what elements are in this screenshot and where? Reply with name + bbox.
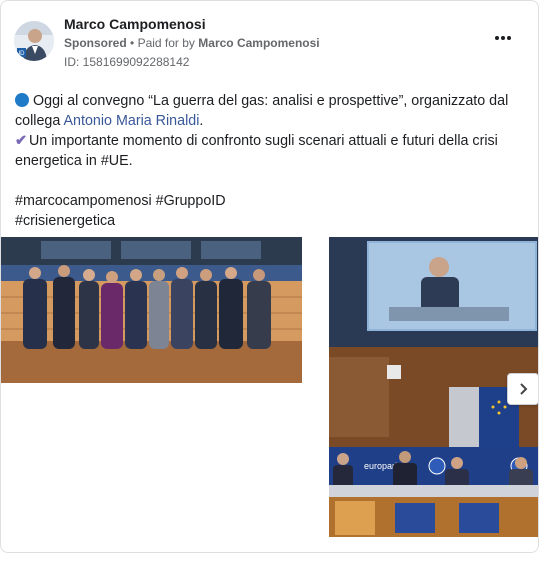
text-line-3: ✔ Un importante momento di confronto sugl… — [15, 133, 498, 149]
image-carousel: europarl.eu — [1, 237, 538, 539]
text-line-2: collega Antonio Maria Rinaldi. — [15, 113, 204, 129]
hashtags-line-1[interactable]: #marcocampomenosi #GruppoID — [15, 191, 520, 211]
text-line-1: Oggi al convegno “La guerra del gas: ana… — [15, 91, 520, 111]
chevron-right-icon[interactable] — [507, 373, 538, 405]
separator: • — [130, 36, 138, 50]
check-mark-icon: ✔ — [15, 133, 27, 149]
sponsor-line: Sponsored • Paid for by Marco Campomenos… — [64, 36, 320, 50]
text-line-4: energetica in #UE. — [15, 153, 133, 169]
svg-text:ID: ID — [19, 51, 26, 57]
author-name[interactable]: Marco Campomenosi — [64, 16, 206, 32]
payer-name[interactable]: Marco Campomenosi — [198, 36, 319, 50]
post-header: ID Marco Campomenosi Sponsored • Paid fo… — [14, 14, 525, 74]
blue-circle-icon — [15, 93, 29, 107]
avatar[interactable]: ID — [14, 21, 54, 61]
ad-card: ID Marco Campomenosi Sponsored • Paid fo… — [0, 0, 539, 553]
paid-for-prefix: Paid for by — [137, 36, 195, 50]
mention-link[interactable]: Antonio Maria Rinaldi — [64, 113, 200, 129]
post-text: Oggi al convegno “La guerra del gas: ana… — [15, 91, 520, 231]
more-options-icon[interactable] — [491, 31, 515, 45]
ad-id: ID: 1581699092288142 — [64, 55, 190, 69]
carousel-image-group-photo[interactable] — [1, 237, 302, 383]
sponsored-label: Sponsored — [64, 36, 127, 50]
hashtags-line-2[interactable]: #crisienergetica — [15, 211, 520, 231]
